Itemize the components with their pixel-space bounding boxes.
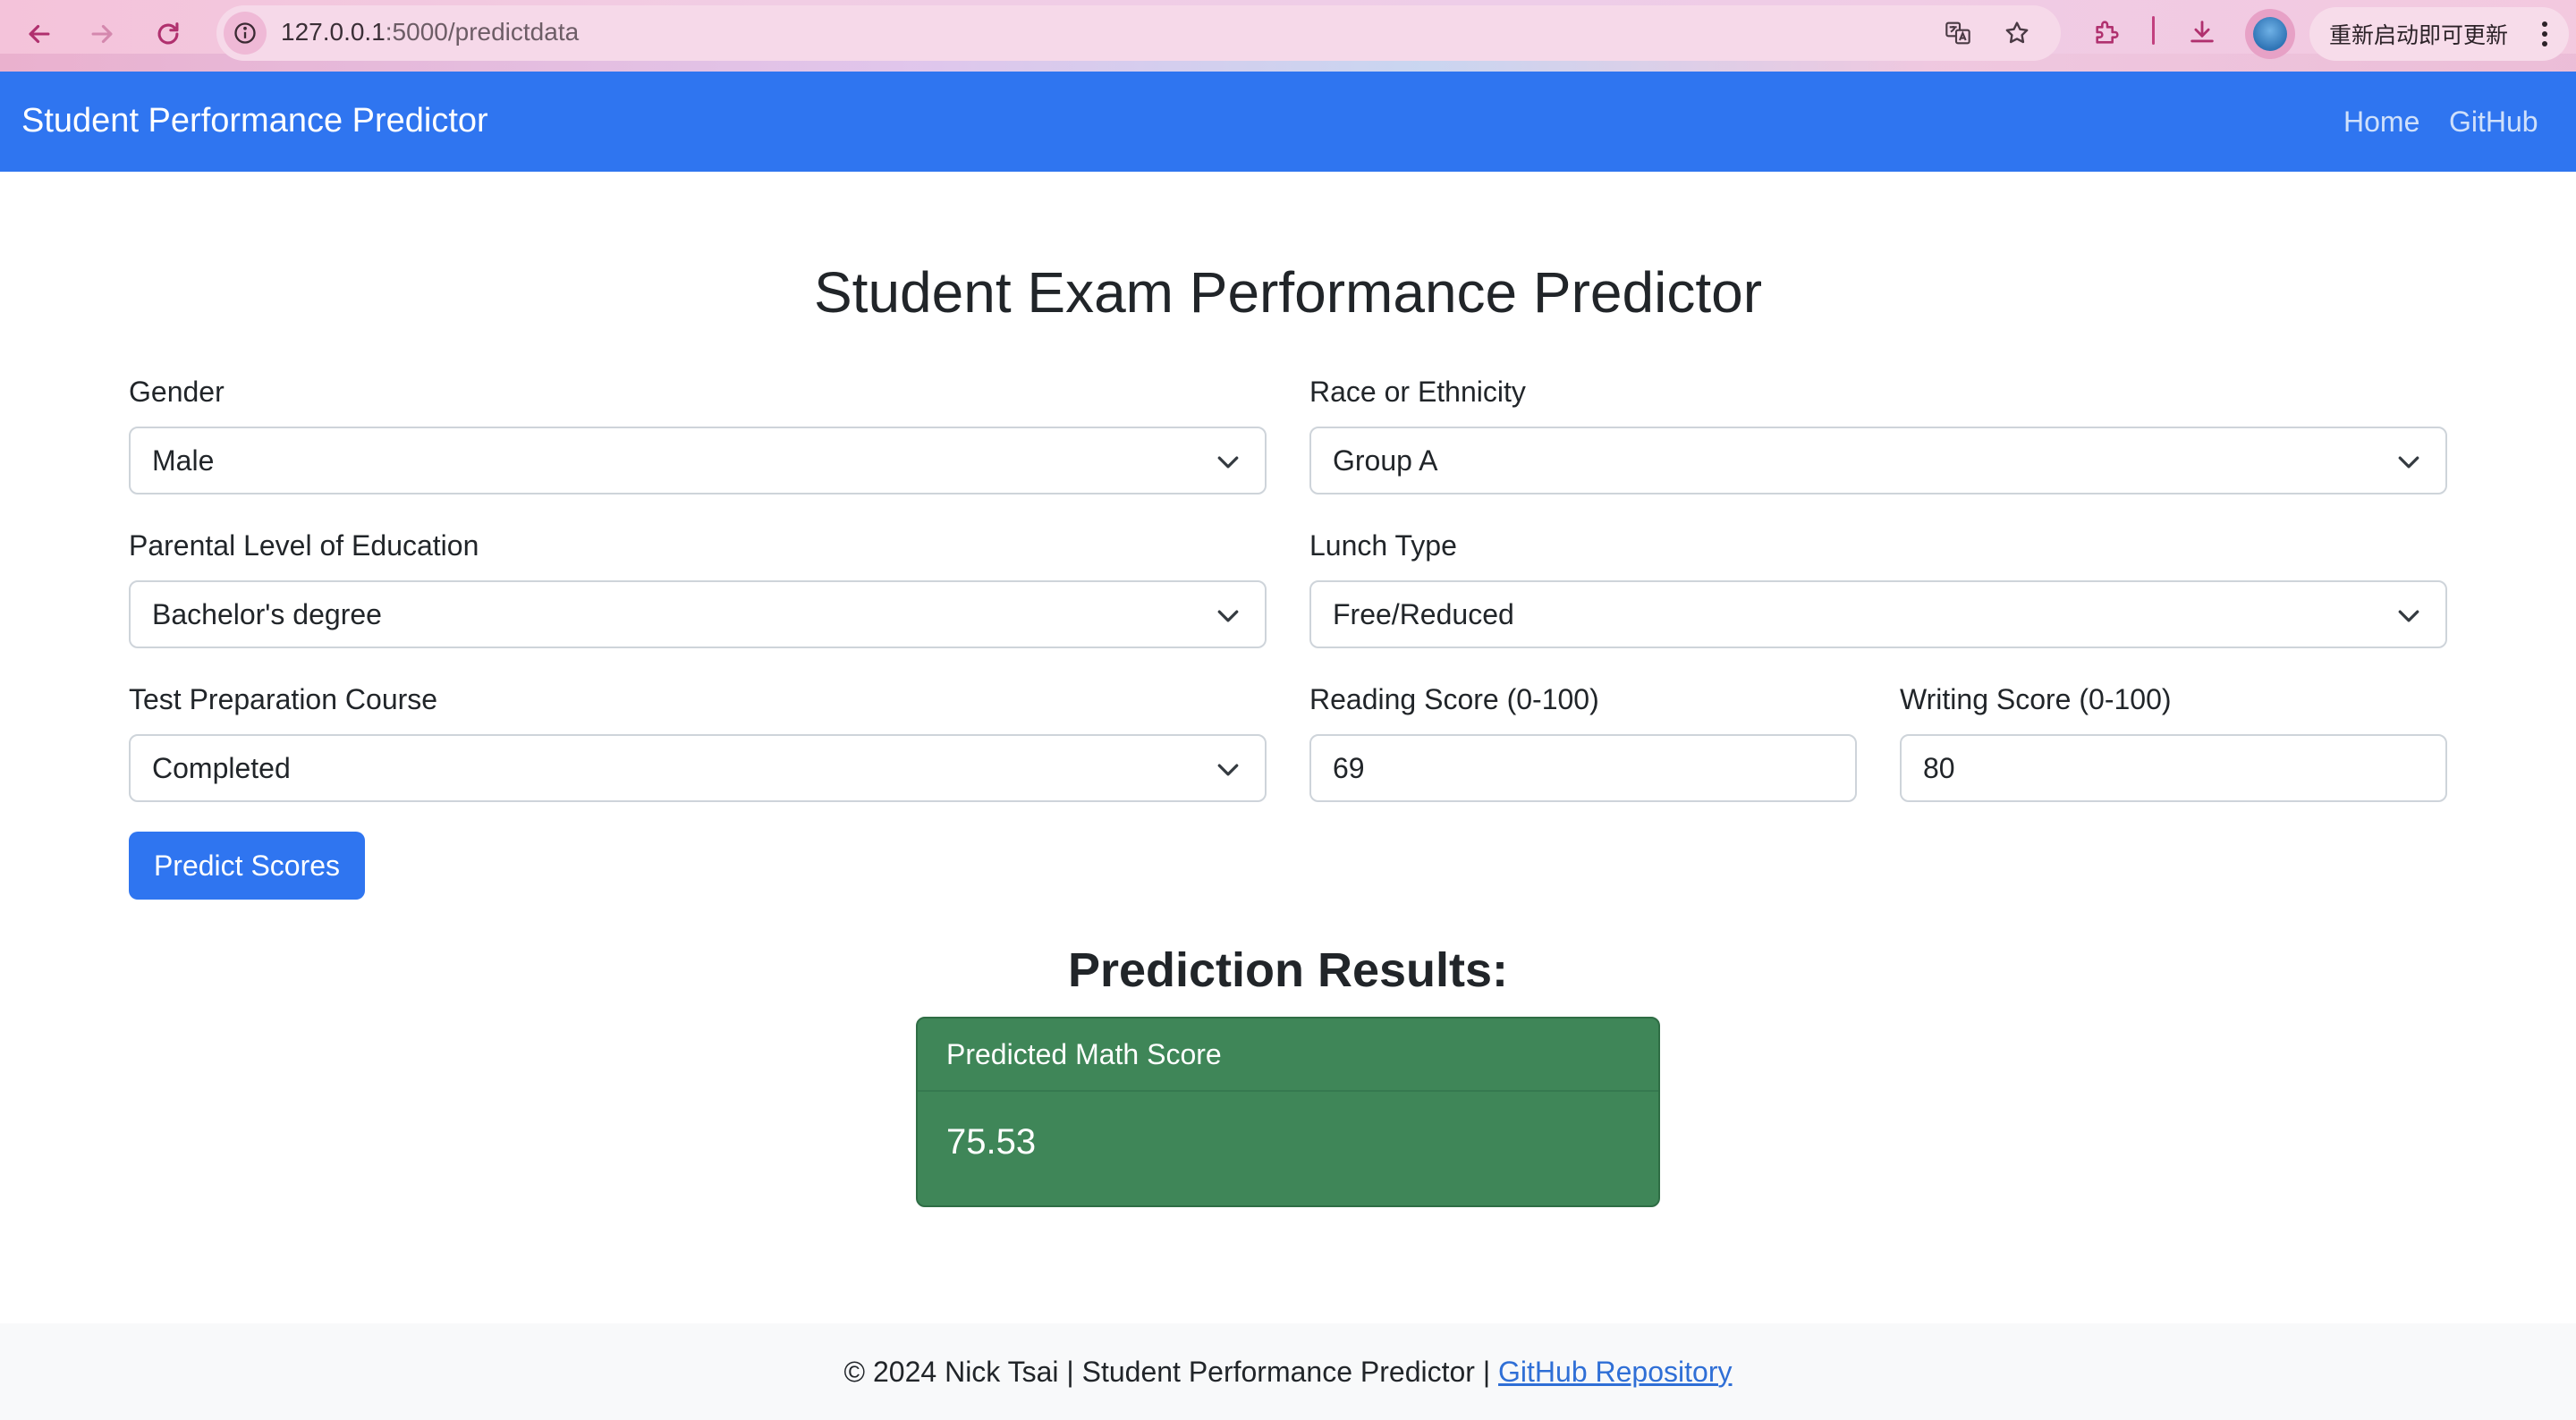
reload-button[interactable]: [145, 11, 191, 57]
translate-icon: [1945, 21, 1970, 45]
chevron-down-icon: [1217, 456, 1239, 469]
back-arrow-icon: [29, 24, 50, 44]
parental-education-select[interactable]: Bachelor's degree: [129, 580, 1267, 648]
lunch-select[interactable]: Free/Reduced: [1309, 580, 2447, 648]
update-chrome-button[interactable]: 重新启动即可更新: [2309, 7, 2569, 61]
writing-score-input[interactable]: 80: [1900, 734, 2447, 802]
url-path: :5000/predictdata: [385, 18, 580, 46]
race-selected-value: Group A: [1333, 444, 1438, 477]
predicted-math-score: 75.53: [946, 1122, 1037, 1162]
test-prep-select[interactable]: Completed: [129, 734, 1267, 802]
nav-link-github[interactable]: GitHub: [2449, 106, 2538, 139]
page-footer: © 2024 Nick Tsai | Student Performance P…: [0, 1323, 2576, 1420]
forward-button[interactable]: [79, 11, 125, 57]
reload-icon: [157, 22, 179, 45]
reading-score-value: 69: [1333, 751, 1365, 784]
parental-education-selected-value: Bachelor's degree: [152, 597, 382, 630]
navbar-brand[interactable]: Student Performance Predictor: [21, 102, 488, 140]
address-bar[interactable]: 127.0.0.1:5000/predictdata: [216, 5, 2061, 61]
update-label: 重新启动即可更新: [2329, 22, 2509, 48]
site-info-button[interactable]: [224, 12, 267, 55]
url-text[interactable]: 127.0.0.1:5000/predictdata: [281, 18, 579, 46]
forward-arrow-icon: [91, 24, 113, 44]
toolbar-separator: [2152, 16, 2155, 45]
chevron-down-icon: [2398, 610, 2419, 622]
profile-avatar-button[interactable]: [2245, 9, 2295, 59]
reading-score-input[interactable]: 69: [1309, 734, 1857, 802]
bookmark-button[interactable]: [1998, 14, 2036, 52]
nav-link-home[interactable]: Home: [2343, 106, 2419, 139]
chevron-down-icon: [1217, 610, 1239, 622]
bookmark-star-icon: [2005, 21, 2029, 44]
result-card-header: Predicted Math Score: [918, 1019, 1658, 1092]
reading-score-label: Reading Score (0-100): [1309, 683, 1599, 715]
race-label: Race or Ethnicity: [1309, 376, 1526, 408]
test-prep-selected-value: Completed: [152, 751, 291, 784]
lunch-selected-value: Free/Reduced: [1333, 597, 1514, 630]
footer-github-link[interactable]: GitHub Repository: [1498, 1356, 1732, 1389]
parental-education-label: Parental Level of Education: [129, 529, 479, 562]
results-title: Prediction Results:: [1067, 943, 1509, 997]
more-options-icon[interactable]: [2542, 21, 2549, 46]
writing-score-label: Writing Score (0-100): [1900, 683, 2172, 715]
chevron-down-icon: [2398, 456, 2419, 469]
extensions-icon: [2096, 21, 2119, 44]
gender-select[interactable]: Male: [129, 427, 1267, 494]
site-info-icon: [234, 22, 256, 44]
writing-score-value: 80: [1923, 751, 1955, 784]
predict-scores-button[interactable]: Predict Scores: [129, 832, 365, 900]
gender-label: Gender: [129, 376, 225, 408]
site-navbar: Student Performance Predictor Home GitHu…: [0, 72, 2576, 172]
page-title: Student Exam Performance Predictor: [813, 260, 1763, 325]
test-prep-label: Test Preparation Course: [129, 683, 438, 715]
race-select[interactable]: Group A: [1309, 427, 2447, 494]
back-button[interactable]: [16, 11, 63, 57]
browser-toolbar: 127.0.0.1:5000/predictdata 重新启动即可更新: [0, 0, 2576, 72]
footer-text: © 2024 Nick Tsai | Student Performance P…: [843, 1355, 1499, 1388]
gender-selected-value: Male: [152, 444, 215, 477]
url-host: 127.0.0.1: [281, 18, 386, 46]
chevron-down-icon: [1217, 764, 1239, 776]
extensions-button[interactable]: [2086, 11, 2129, 54]
lunch-label: Lunch Type: [1309, 529, 1457, 562]
prediction-result-card: Predicted Math Score 75.53: [916, 1017, 1660, 1207]
download-icon: [2190, 21, 2214, 43]
profile-avatar-icon: [2253, 17, 2287, 51]
translate-button[interactable]: [1939, 14, 1977, 52]
downloads-button[interactable]: [2181, 11, 2224, 54]
